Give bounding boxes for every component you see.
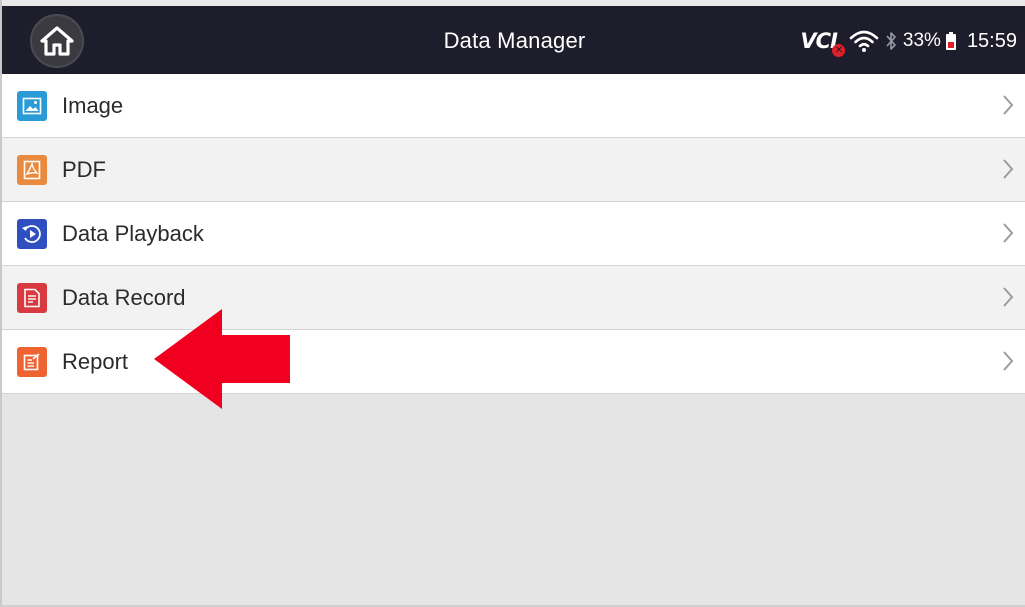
report-icon [17,347,47,377]
image-icon [17,91,47,121]
menu-item-label: PDF [62,157,106,182]
chevron-right-icon [1003,223,1014,243]
vci-status: VCI ✕ [800,29,845,57]
wifi-icon [849,30,879,52]
menu-item-label: Image [62,93,124,118]
battery-icon [945,32,956,50]
data-manager-screen: Data Manager VCI ✕ 33% 15:59 Image PDF D… [0,0,1025,607]
top-bar: Data Manager VCI ✕ 33% 15:59 [2,0,1025,74]
chevron-right-icon [1003,351,1014,371]
disconnected-x-icon: ✕ [831,44,845,57]
bluetooth-icon [886,32,896,50]
menu-item-pdf[interactable]: PDF [2,138,1025,202]
menu-item-label: Report [62,349,129,374]
clock: 15:59 [966,29,1017,52]
battery-percent: 33% [902,30,941,51]
status-bar: VCI ✕ 33% 15:59 [800,26,1017,57]
data-record-icon [17,283,47,313]
chevron-right-icon [1003,95,1014,115]
red-arrow-annotation [154,309,290,409]
menu-item-image[interactable]: Image [2,74,1025,138]
chevron-right-icon [1003,159,1014,179]
pdf-icon [17,155,47,185]
menu-item-data-playback[interactable]: Data Playback [2,202,1025,266]
menu-item-label: Data Record [62,285,186,310]
menu-item-label: Data Playback [62,221,204,246]
playback-icon [17,219,47,249]
chevron-right-icon [1003,287,1014,307]
